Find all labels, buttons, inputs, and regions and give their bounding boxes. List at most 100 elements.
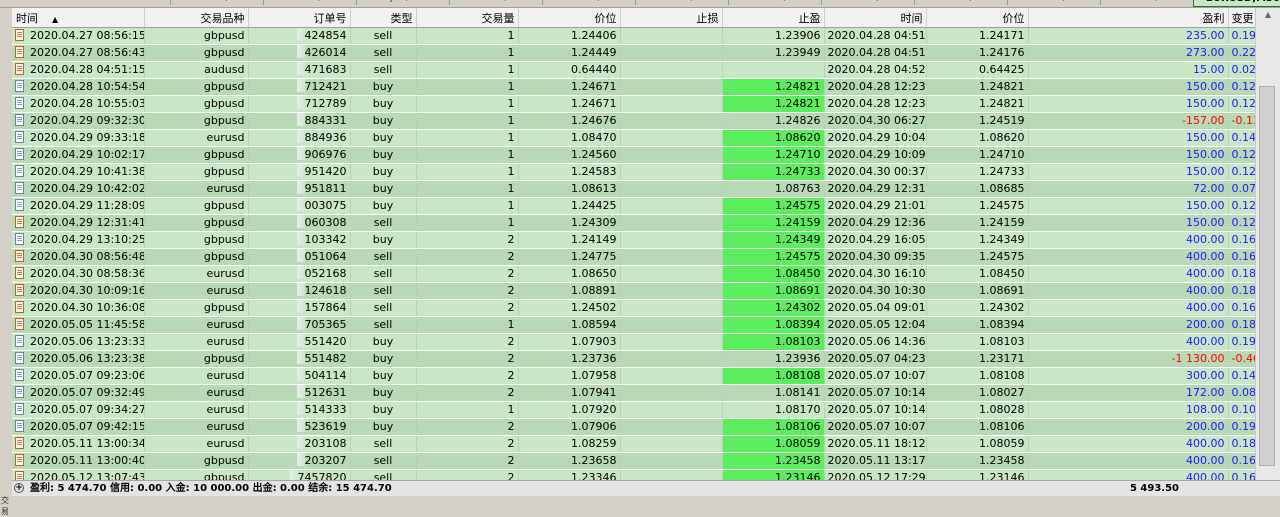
cell-volume: 1 xyxy=(416,214,519,232)
chart-tab[interactable]: GBPUSD,M5 xyxy=(914,0,999,5)
cell-tp: 1.24821 xyxy=(722,95,825,113)
table-row[interactable]: 2020.05.07 09:34:27 eurusd 514333 buy 1 1.079… xyxy=(12,401,1255,419)
cell-close-price-text: 1.08028 xyxy=(979,403,1025,416)
col-header-volume[interactable]: 交易量 xyxy=(416,8,519,28)
table-row[interactable]: 2020.04.29 09:33:18 eurusd 884936 buy 1 1.084… xyxy=(12,129,1255,147)
cell-order: 884331 xyxy=(248,112,351,130)
cell-type: buy xyxy=(350,333,417,351)
cell-close-time-text: 2020.04.29 10:04:14 xyxy=(827,131,926,144)
table-row[interactable]: 2020.04.29 10:02:17 gbpusd 906976 buy 1 1.245… xyxy=(12,146,1255,164)
chart-tab[interactable]: USDCHF,H1 xyxy=(263,0,347,5)
cell-close-time: 2020.04.30 00:37:21 xyxy=(824,163,927,181)
cell-order-text: 951811 xyxy=(304,182,347,195)
col-header-close-price[interactable]: 价位 xyxy=(926,8,1029,28)
cell-order-text: 157864 xyxy=(304,301,347,314)
chart-tab[interactable]: EURUSD,H1 xyxy=(170,0,254,5)
table-row[interactable]: 2020.05.05 11:45:58 eurusd 705365 sell 1 1.08… xyxy=(12,316,1255,334)
chart-tab[interactable]: EURUSD,H1 xyxy=(728,0,812,5)
table-row[interactable]: 2020.04.29 10:41:38 gbpusd 951420 buy 1 1.245… xyxy=(12,163,1255,181)
table-row[interactable]: 2020.05.07 09:32:49 eurusd 512631 buy 2 1.079… xyxy=(12,384,1255,402)
table-row[interactable]: 2020.04.27 08:56:15 gbpusd 424854 sell 1 1.24… xyxy=(12,27,1255,45)
table-row[interactable]: 2020.05.11 13:00:40 gbpusd 203207 sell 2 1.23… xyxy=(12,452,1255,470)
cell-close-price: 1.24575 xyxy=(926,197,1029,215)
cell-tp-text: 1.24821 xyxy=(775,97,821,110)
scroll-up-arrow-icon[interactable]: ▲ xyxy=(1256,8,1280,22)
table-row[interactable]: 2020.04.28 04:51:15 audusd 471683 sell 1 0.64… xyxy=(12,61,1255,79)
cell-order: 551482 xyxy=(248,350,351,368)
cell-symbol-text: eurusd xyxy=(206,131,245,144)
col-header-order[interactable]: 订单号 xyxy=(248,8,351,28)
cell-symbol-text: gbpusd xyxy=(203,250,245,263)
scroll-thumb[interactable] xyxy=(1259,86,1275,466)
cell-volume-text: 2 xyxy=(507,284,515,297)
table-row[interactable]: 2020.04.30 08:58:36 eurusd 052168 sell 2 1.08… xyxy=(12,265,1255,283)
col-header-close-time[interactable]: 时间 xyxy=(824,8,927,28)
table-row[interactable]: 2020.04.29 10:42:02 eurusd 951811 buy 1 1.086… xyxy=(12,180,1255,198)
cell-type: buy xyxy=(350,350,417,368)
cell-close-time: 2020.05.04 09:01:53 xyxy=(824,299,927,317)
cell-profit-text: -1 130.00 xyxy=(1171,352,1225,365)
table-row[interactable]: 2020.04.28 10:54:54 gbpusd 712421 buy 1 1.246… xyxy=(12,78,1255,96)
cell-type: sell xyxy=(350,435,417,453)
cell-tp-text: 1.08620 xyxy=(775,131,821,144)
col-header-symbol[interactable]: 交易品种 xyxy=(144,8,249,28)
cell-tp-text: 1.08106 xyxy=(775,420,821,433)
cell-time: 2020.05.11 13:00:34 xyxy=(12,435,145,453)
cell-sl xyxy=(620,282,723,300)
cell-change: 0.12 % xyxy=(1228,197,1255,215)
redaction-mask xyxy=(296,113,305,126)
table-row[interactable]: 2020.05.11 13:00:34 eurusd 203108 sell 2 1.08… xyxy=(12,435,1255,453)
cell-volume-text: 1 xyxy=(507,63,515,76)
cell-change: 0.12 % xyxy=(1228,78,1255,96)
chart-tab[interactable]: EURUSD,H1 xyxy=(635,0,719,5)
col-header-time[interactable]: 时间 ▲ xyxy=(12,8,145,28)
table-row[interactable]: 2020.04.30 10:09:16 eurusd 124618 sell 2 1.08… xyxy=(12,282,1255,300)
cell-time-text: 2020.04.29 09:32:30 xyxy=(30,114,144,127)
balance-footer: + 盈利: 5 474.70 信用: 0.00 入金: 10 000.00 出金… xyxy=(12,480,1280,496)
cell-close-price: 1.08691 xyxy=(926,282,1029,300)
col-header-tp[interactable]: 止盈 xyxy=(722,8,825,28)
cell-volume: 2 xyxy=(416,299,519,317)
table-row[interactable]: 2020.05.07 09:42:15 eurusd 523619 buy 2 1.079… xyxy=(12,418,1255,436)
cell-close-time: 2020.04.30 10:30:08 xyxy=(824,282,927,300)
table-row[interactable]: 2020.05.06 13:23:33 eurusd 551420 buy 2 1.079… xyxy=(12,333,1255,351)
table-row[interactable]: 2020.04.30 08:56:48 gbpusd 051064 sell 2 1.24… xyxy=(12,248,1255,266)
cell-close-time: 2020.04.28 04:51:02 xyxy=(824,44,927,62)
chart-tab[interactable]: EURUSD,M30 xyxy=(1193,0,1280,7)
chart-tab[interactable]: GBPUSD,H1 xyxy=(821,0,905,5)
chart-tab[interactable]: EURUSD,M15 xyxy=(449,0,540,5)
table-row[interactable]: 2020.05.07 09:23:06 eurusd 504114 buy 2 1.079… xyxy=(12,367,1255,385)
col-header-price[interactable]: 价位 xyxy=(518,8,621,28)
chart-tab[interactable]: GBPUSD,H1 xyxy=(542,0,626,5)
cell-close-price-text: 1.23171 xyxy=(979,352,1025,365)
history-grid[interactable]: 时间 ▲ 交易品种 订单号 类型 交易量 价位 止损 止盈 时间 价位 盈利 变更… xyxy=(12,8,1255,480)
cell-volume-text: 1 xyxy=(507,80,515,93)
table-row[interactable]: 2020.05.06 13:23:38 gbpusd 551482 buy 2 1.237… xyxy=(12,350,1255,368)
col-header-sl[interactable]: 止损 xyxy=(620,8,723,28)
col-header-profit[interactable]: 盈利 xyxy=(1028,8,1229,28)
cell-change-text: 0.16 % xyxy=(1231,301,1255,314)
table-row[interactable]: 2020.05.12 13:07:43 gbpusd 7457820 sell 2 1.2… xyxy=(12,469,1255,480)
table-row[interactable]: 2020.04.28 10:55:03 gbpusd 712789 buy 1 1.246… xyxy=(12,95,1255,113)
chart-tab[interactable]: GBPUSD,M5 xyxy=(1100,0,1185,5)
expand-plus-icon[interactable]: + xyxy=(14,483,24,493)
table-row[interactable]: 2020.04.29 12:31:41 gbpusd 060308 sell 1 1.24… xyxy=(12,214,1255,232)
cell-symbol-text: gbpusd xyxy=(203,114,245,127)
vertical-scrollbar[interactable]: ▲ xyxy=(1255,8,1280,480)
chart-tab[interactable]: EURUSD,H1 xyxy=(1007,0,1091,5)
table-row[interactable]: 2020.04.27 08:56:43 gbpusd 426014 sell 1 1.24… xyxy=(12,44,1255,62)
col-header-type[interactable]: 类型 xyxy=(350,8,417,28)
cell-close-time: 2020.05.11 18:12:26 xyxy=(824,435,927,453)
table-row[interactable]: 2020.04.30 10:36:08 gbpusd 157864 sell 2 1.24… xyxy=(12,299,1255,317)
cell-price-text: 1.08613 xyxy=(571,182,617,195)
table-row[interactable]: 2020.04.29 11:28:09 gbpusd 003075 buy 1 1.244… xyxy=(12,197,1255,215)
cell-price: 1.08594 xyxy=(518,316,621,334)
terminal-side-label: 交易 xyxy=(1,496,9,516)
table-row[interactable]: 2020.04.29 09:32:30 gbpusd 884331 buy 1 1.246… xyxy=(12,112,1255,130)
cell-price-text: 1.24149 xyxy=(571,233,617,246)
chart-tab[interactable]: USDJPY,H1 xyxy=(356,0,434,5)
table-row[interactable]: 2020.04.29 13:10:25 gbpusd 103342 buy 2 1.241… xyxy=(12,231,1255,249)
cell-profit-text: 400.00 xyxy=(1186,437,1225,450)
cell-time-text: 2020.04.29 11:28:09 xyxy=(30,199,144,212)
col-header-change[interactable]: 变更 xyxy=(1228,8,1255,28)
